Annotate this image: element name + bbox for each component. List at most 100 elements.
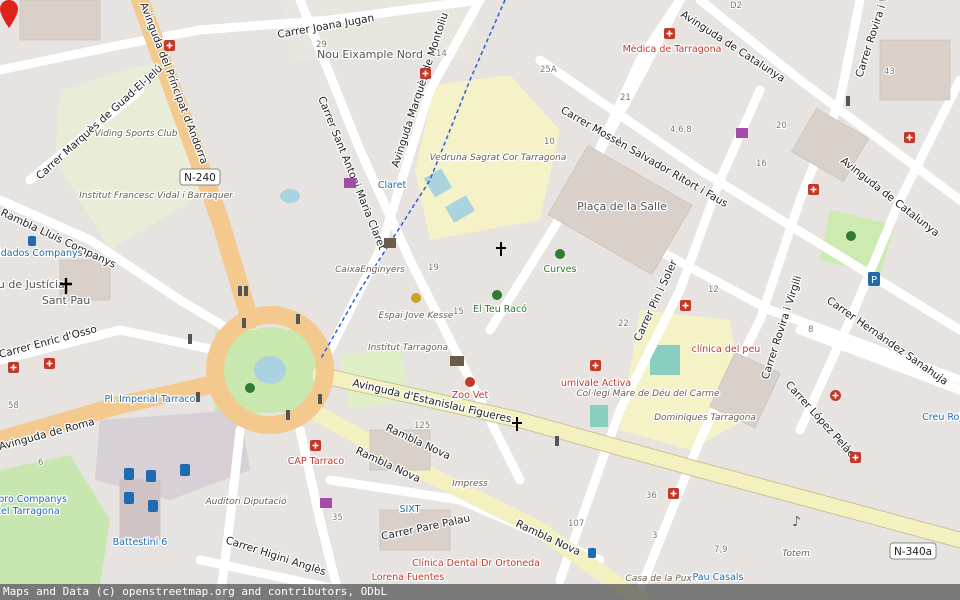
social-facility-icon[interactable] [411,293,421,303]
poi-label-curves: Curves [544,264,577,275]
place-label-auditori: Auditori Diputació [204,496,287,507]
route-shield-n240: N-240 [179,168,221,186]
place-label-institut-vidal: Institut Francesc Vidal i Barraquer [79,191,234,201]
house-number: 125 [414,421,430,431]
house-number: 10 [544,137,555,147]
pharmacy-icon[interactable] [850,452,861,463]
place-label-sant-pau: Sant Pau [42,294,90,307]
pharmacy-icon[interactable] [8,362,19,373]
poi-label-totem: Totem [782,549,810,559]
place-label-viding: Viding Sports Club [94,129,177,139]
veterinary-icon[interactable] [465,377,475,387]
svg-text:N-240: N-240 [184,172,216,184]
pharmacy-icon[interactable] [668,488,679,499]
map-attribution: Maps and Data (c) openstreetmap.org and … [0,584,960,600]
house-number: 58 [8,401,19,411]
pharmacy-icon[interactable] [420,68,431,79]
poi-label-hotel: Hotel Tarragona [0,506,60,517]
poi-label-creu-roja: Creu Roja [922,412,960,423]
bus-stop-icon[interactable] [124,492,134,504]
pharmacy-icon[interactable] [680,300,691,311]
map-canvas[interactable]: N-240 N-340a Avinguda del Príncipat d'An… [0,0,960,600]
fitness-icon[interactable] [492,290,502,300]
poi-label-pl-imperial: Pl. Imperial Tarraco [105,394,196,405]
pharmacy-icon[interactable] [904,132,915,143]
house-number: 36 [646,491,657,501]
house-number: 21 [620,93,631,103]
house-number: 107 [568,519,584,529]
playground-icon[interactable] [245,383,255,393]
pool-4 [590,405,608,427]
poi-label-zoo-vet: Zoo Vet [452,390,489,401]
bus-stop-icon[interactable] [28,236,36,246]
music-icon[interactable]: ♪ [792,514,801,530]
roundabout-fountain [254,356,286,384]
house-number: D2 [730,1,742,11]
house-number: 22 [618,319,629,329]
poi-label-casa-puxxa: Casa de la Puxxa [625,574,702,584]
poi-label-pau-casals: Pau Casals [693,572,744,583]
shop-icon[interactable] [344,178,356,188]
house-number: 8 [808,325,813,335]
place-label-vedruna: Vedruna Sagrat Cor Tarragona [430,153,567,163]
pharmacy-icon[interactable] [664,28,675,39]
svg-text:P: P [871,275,877,286]
house-number: 25A [540,65,557,75]
place-label-nou-eixample: Nou Eixample Nord [317,48,423,61]
house-number: 3 [652,531,657,541]
pharmacy-icon[interactable] [44,358,55,369]
house-number: 19 [428,263,439,273]
pharmacy-icon[interactable] [590,360,601,371]
pharmacy-icon[interactable] [830,390,841,401]
shop-icon[interactable] [736,128,748,138]
shop-icon[interactable] [320,498,332,508]
poi-label-clinica-peu: clínica del peu [692,344,761,355]
poi-label-caixaenginyers: CaixaEnginyers [335,265,405,275]
place-label-clinica-dental: Clínica Dental Dr Ortoneda [412,558,540,569]
playground-icon[interactable] [846,231,856,241]
house-number: 6 [38,458,43,468]
poi-label-espai-jove: Espai Jove Kesse [379,311,454,321]
place-label-placa-la-salle: Plaça de la Salle [577,200,667,213]
poi-label-umivale: umivale Activa [561,378,631,389]
location-marker-icon[interactable] [0,0,18,28]
place-label-institut-tarragona: Institut Tarragona [368,343,448,353]
poi-label-cap-tarraco: CAP Tarraco [288,456,345,467]
house-number: 15 [453,307,464,317]
poi-label-sixt: SIXT [400,504,421,515]
house-number: 16 [756,159,767,169]
bus-stop-icon[interactable] [124,468,134,480]
svg-text:N-340a: N-340a [894,546,932,558]
bus-stop-icon[interactable] [588,548,596,558]
poi-label-claret: Claret [378,180,407,191]
house-number: 14 [436,49,447,59]
place-label-battestini: Battestini 6 [113,537,168,548]
pond [280,189,300,203]
map-layer[interactable]: N-240 N-340a Avinguda del Príncipat d'An… [0,0,960,600]
fitness-icon[interactable] [555,249,565,259]
house-number: 4,6,8 [670,125,692,135]
place-label-col-legi: Col·legi Mare de Déu del Carme [576,388,720,399]
house-number: 12 [708,285,719,295]
poi-label-impress: Impress [452,479,488,489]
poi-label-medica: Mèdica de Tarragona [623,44,722,55]
poi-label-el-teu-raco: El Teu Racó [473,304,527,315]
pharmacy-icon[interactable] [808,184,819,195]
route-shield-n340a: N-340a [889,542,937,560]
bank-icon[interactable] [384,238,396,248]
pharmacy-icon[interactable] [164,40,175,51]
bus-stop-icon[interactable] [148,500,158,512]
bus-stop-icon[interactable] [180,464,190,476]
post-icon[interactable] [450,356,464,366]
place-label-dominiques: Dominiques Tarragona [654,413,756,423]
svg-text:♪: ♪ [792,514,801,530]
bus-stop-icon[interactable] [146,470,156,482]
poi-label-bipro: Bipro Companys [0,494,67,505]
parking-icon[interactable]: P [868,272,880,286]
house-number: 43 [884,67,895,77]
pharmacy-icon[interactable] [310,440,321,451]
house-number: 7,9 [714,545,728,555]
house-number: 29 [316,40,327,50]
poi-label-companys: Cuidados Companys [0,248,83,259]
place-label-palau-justicia: Palau de Justícia [0,278,65,291]
